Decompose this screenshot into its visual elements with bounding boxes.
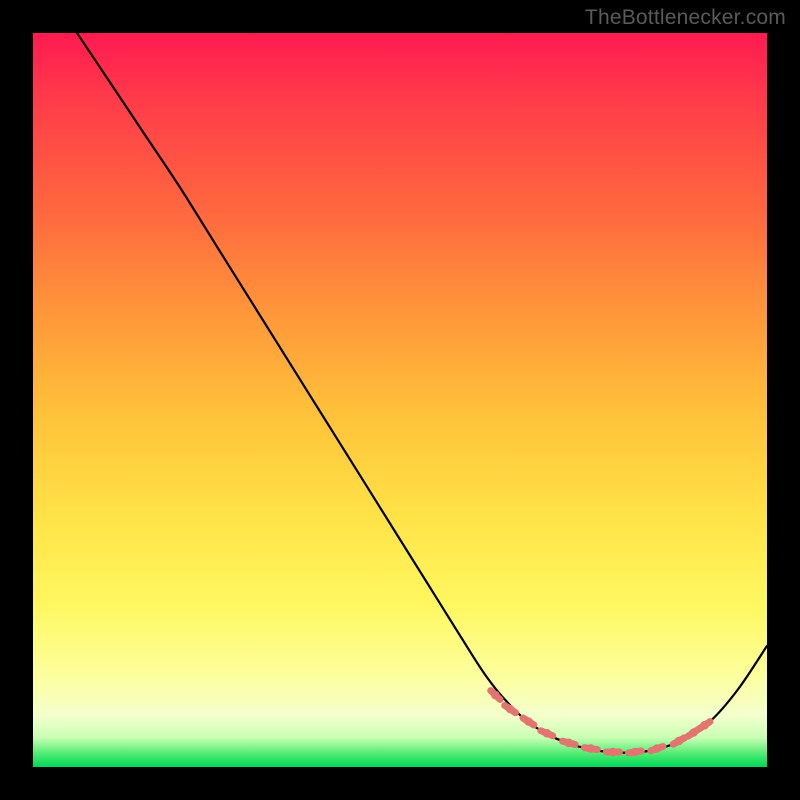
optimal-marker-dot [506,705,515,714]
optimal-marker-dot [491,691,500,700]
chart-frame: TheBottlenecker.com [0,0,800,800]
optimal-marker-dot [565,739,574,748]
optimal-marker-dot [631,748,640,757]
curve-svg [33,33,767,767]
optimal-marker-dot [609,748,618,757]
bottleneck-curve [77,33,767,753]
optimal-marker-dot [653,744,662,753]
optimal-marker-dot [524,717,533,726]
optimal-marker-dot [675,737,684,746]
watermark-text: TheBottlenecker.com [585,6,786,30]
plot-area [33,33,767,767]
optimal-marker-dot [587,744,596,753]
optimal-marker-dot [700,721,709,730]
optimal-range-markers [491,691,710,757]
optimal-marker-dot [543,729,552,738]
